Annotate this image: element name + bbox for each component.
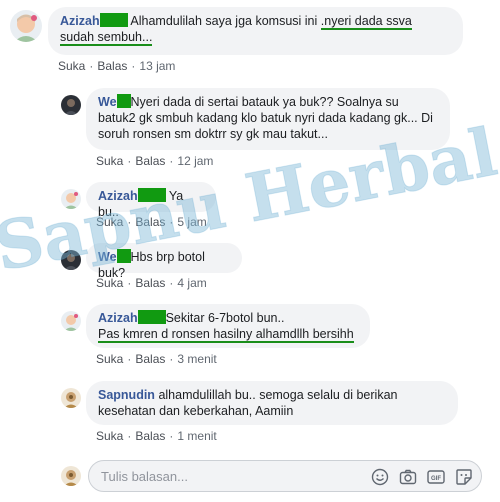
comment-actions: Suka · Balas · 5 jam: [96, 215, 207, 229]
avatar[interactable]: [61, 311, 81, 331]
reply-link[interactable]: Balas: [135, 215, 165, 229]
like-link[interactable]: Suka: [96, 429, 123, 443]
like-link[interactable]: Suka: [96, 215, 123, 229]
smiley-icon[interactable]: [371, 468, 389, 486]
comment-thread: Azizah Alhamdulilah saya jga komsusi ini…: [0, 0, 500, 502]
comment-bubble: We Hbs brp botol buk?: [86, 243, 242, 280]
like-link[interactable]: Suka: [96, 154, 123, 168]
comment-actions: Suka · Balas · 1 menit: [96, 429, 217, 443]
gif-icon[interactable]: GIF: [427, 468, 445, 486]
sticker-icon[interactable]: [455, 468, 473, 486]
reply-link[interactable]: Balas: [135, 154, 165, 168]
commenter-name[interactable]: We: [98, 95, 117, 109]
comment-bubble: Sapnudin alhamdulillah bu.. semoga selal…: [86, 381, 458, 425]
reply-input[interactable]: [99, 467, 359, 485]
current-user-avatar[interactable]: [61, 466, 81, 486]
avatar[interactable]: [61, 189, 81, 209]
reply-link[interactable]: Balas: [135, 429, 165, 443]
avatar[interactable]: [10, 10, 42, 42]
comment-bubble: Azizah Ya bu..: [86, 182, 216, 219]
reply-link[interactable]: Balas: [135, 276, 165, 290]
comment-text: sudah sembuh...: [60, 30, 153, 46]
redacted-name: [116, 249, 131, 263]
comment-bubble: We Nyeri dada di sertai batauk ya buk?? S…: [86, 88, 450, 150]
redacted-name: [116, 94, 131, 108]
commenter-name[interactable]: Sapnudin: [98, 388, 155, 402]
comment-actions: Suka · Balas · 12 jam: [96, 154, 214, 168]
commenter-name[interactable]: Azizah: [98, 311, 138, 325]
timestamp[interactable]: 4 jam: [177, 276, 206, 290]
redacted-name: [137, 310, 166, 324]
comment-bubble: Azizah Alhamdulilah saya jga komsusi ini…: [48, 7, 463, 55]
avatar[interactable]: [61, 388, 81, 408]
svg-text:GIF: GIF: [431, 476, 441, 482]
reply-link[interactable]: Balas: [135, 352, 165, 366]
avatar[interactable]: [61, 95, 81, 115]
avatar[interactable]: [61, 250, 81, 270]
timestamp[interactable]: 5 jam: [177, 215, 206, 229]
reply-link[interactable]: Balas: [97, 59, 127, 73]
reply-composer[interactable]: GIF: [88, 460, 482, 492]
timestamp[interactable]: 13 jam: [139, 59, 175, 73]
comment-text: Alhamdulilah saya jga komsusi ini: [130, 14, 321, 28]
comment-text: Sekitar 6-7botol bun..: [165, 311, 285, 325]
comment-actions: Suka · Balas · 4 jam: [96, 276, 207, 290]
commenter-name[interactable]: We: [98, 250, 117, 264]
like-link[interactable]: Suka: [96, 276, 123, 290]
camera-icon[interactable]: [399, 468, 417, 486]
timestamp[interactable]: 1 menit: [177, 429, 216, 443]
comment-text: .nyeri dada ssva: [320, 14, 412, 30]
commenter-name[interactable]: Azizah: [98, 189, 138, 203]
comment-bubble: Azizah Sekitar 6-7botol bun.. Pas kmren d…: [86, 304, 370, 348]
commenter-name[interactable]: Azizah: [60, 14, 100, 28]
timestamp[interactable]: 12 jam: [177, 154, 213, 168]
redacted-name: [137, 188, 166, 202]
like-link[interactable]: Suka: [58, 59, 85, 73]
like-link[interactable]: Suka: [96, 352, 123, 366]
comment-text: Nyeri dada di sertai batauk ya buk?? Soa…: [98, 95, 433, 141]
comment-actions: Suka · Balas · 3 menit: [96, 352, 217, 366]
comment-actions: Suka · Balas · 13 jam: [58, 59, 176, 73]
timestamp[interactable]: 3 menit: [177, 352, 216, 366]
redacted-name: [99, 13, 128, 27]
comment-text: Pas kmren d ronsen hasilny alhamdllh ber…: [98, 327, 354, 343]
